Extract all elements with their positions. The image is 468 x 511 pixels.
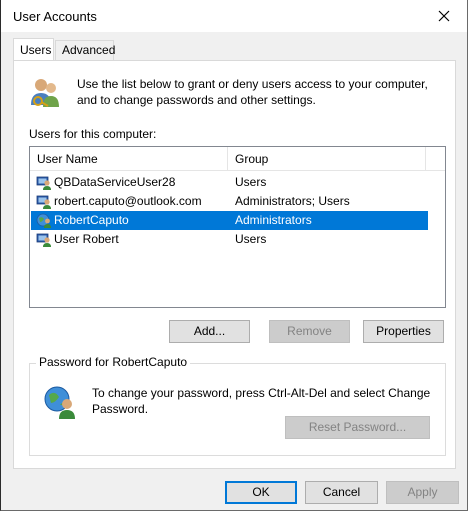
title-bar[interactable]: User Accounts — [1, 0, 467, 32]
user-account-icon — [36, 195, 51, 209]
list-item[interactable]: QBDataServiceUser28 Users — [31, 173, 428, 192]
add-button[interactable]: Add... — [169, 320, 250, 343]
password-instructions: To change your password, press Ctrl-Alt-… — [92, 386, 431, 416]
user-group: Administrators — [235, 213, 312, 227]
list-item-selected[interactable]: RobertCaputo Administrators — [31, 211, 428, 230]
user-group: Users — [235, 175, 267, 189]
password-groupbox-title: Password for RobertCaputo — [36, 355, 191, 369]
user-group: Users — [235, 232, 267, 246]
user-name: RobertCaputo — [54, 213, 129, 227]
close-button[interactable] — [421, 0, 467, 32]
user-group: Administrators; Users — [235, 194, 350, 208]
reset-password-button[interactable]: Reset Password... — [285, 416, 430, 439]
user-name: User Robert — [54, 232, 119, 246]
user-name: QBDataServiceUser28 — [54, 175, 176, 189]
users-for-computer-label: Users for this computer: — [29, 127, 157, 141]
user-account-icon — [36, 176, 51, 190]
column-header-group[interactable]: Group — [228, 147, 426, 171]
tab-users[interactable]: Users — [13, 38, 54, 60]
user-name: robert.caputo@outlook.com — [54, 194, 202, 208]
list-header: User Name Group — [30, 147, 445, 171]
properties-button[interactable]: Properties — [363, 320, 444, 343]
column-header-user-name[interactable]: User Name — [30, 147, 228, 171]
users-tab-panel: Use the list below to grant or deny user… — [13, 60, 456, 469]
globe-user-icon — [36, 213, 51, 228]
user-accounts-window: User Accounts Users Advanced Use the lis… — [0, 0, 468, 511]
ok-button[interactable]: OK — [225, 481, 297, 504]
cancel-button[interactable]: Cancel — [305, 481, 378, 504]
users-keys-icon — [31, 79, 59, 107]
remove-button[interactable]: Remove — [269, 320, 350, 343]
password-groupbox: Password for RobertCaputo To change your… — [29, 355, 446, 456]
close-icon — [438, 10, 450, 22]
apply-button[interactable]: Apply — [386, 481, 459, 504]
user-account-icon — [36, 233, 51, 247]
globe-user-icon — [44, 386, 75, 419]
tab-advanced[interactable]: Advanced — [55, 40, 115, 61]
intro-text: Use the list below to grant or deny user… — [77, 77, 428, 107]
window-title: User Accounts — [13, 9, 97, 24]
users-listview[interactable]: User Name Group QBDataServiceUser28 User… — [29, 146, 446, 308]
list-item[interactable]: robert.caputo@outlook.com Administrators… — [31, 192, 428, 211]
list-item[interactable]: User Robert Users — [31, 230, 428, 249]
